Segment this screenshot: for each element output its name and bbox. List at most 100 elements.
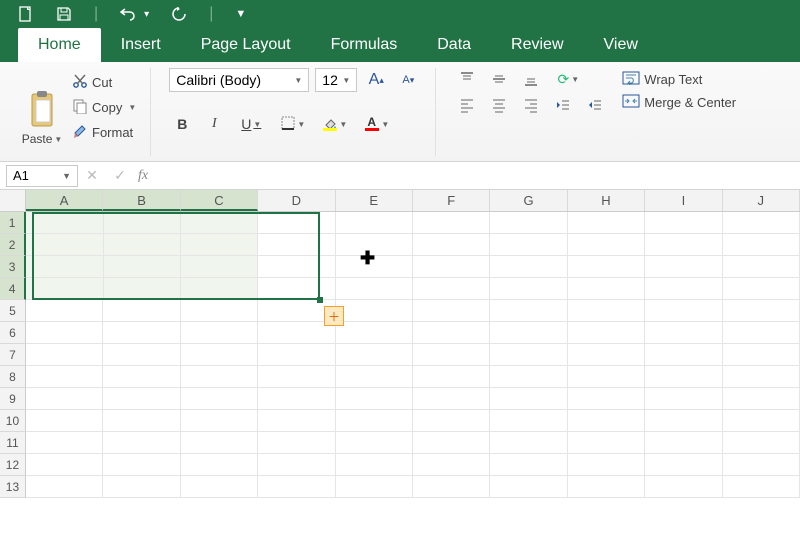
cell[interactable] (413, 454, 490, 476)
cell[interactable] (490, 256, 567, 278)
align-left-button[interactable] (454, 94, 480, 116)
cell[interactable] (723, 322, 800, 344)
enter-formula-icon[interactable]: ✓ (106, 165, 134, 187)
cell[interactable] (645, 410, 722, 432)
row-header[interactable]: 8 (0, 366, 26, 388)
font-size-selector[interactable]: 12▼ (315, 68, 357, 92)
row-header[interactable]: 2 (0, 234, 26, 256)
cell[interactable] (723, 344, 800, 366)
cell[interactable] (490, 366, 567, 388)
cell[interactable] (645, 278, 722, 300)
column-header[interactable]: E (336, 190, 413, 211)
cell[interactable] (568, 344, 645, 366)
cell[interactable] (336, 344, 413, 366)
spreadsheet-grid[interactable]: A B C D E F G H I J 12345678910111213 ＋ … (0, 190, 800, 498)
cell[interactable] (413, 300, 490, 322)
cell[interactable] (645, 344, 722, 366)
cell[interactable] (490, 344, 567, 366)
cell[interactable] (258, 344, 335, 366)
cell[interactable] (723, 410, 800, 432)
formula-input[interactable] (148, 165, 800, 187)
column-header[interactable]: I (645, 190, 722, 211)
cell[interactable] (490, 432, 567, 454)
cell[interactable] (258, 278, 335, 300)
cell[interactable] (723, 300, 800, 322)
tab-formulas[interactable]: Formulas (311, 28, 418, 62)
cell[interactable] (645, 300, 722, 322)
cell[interactable] (336, 366, 413, 388)
cell[interactable] (723, 388, 800, 410)
cell[interactable] (723, 256, 800, 278)
cell[interactable] (413, 256, 490, 278)
cell[interactable] (568, 300, 645, 322)
cell[interactable] (103, 410, 180, 432)
underline-button[interactable]: U▼ (233, 113, 269, 135)
quick-analysis-button[interactable]: ＋ (324, 306, 344, 326)
shrink-font-button[interactable]: A▾ (395, 69, 421, 91)
cell[interactable] (181, 476, 258, 498)
cell[interactable] (568, 366, 645, 388)
column-header[interactable]: D (258, 190, 335, 211)
cell[interactable] (723, 212, 800, 234)
save-icon[interactable] (56, 6, 72, 22)
cell[interactable] (490, 234, 567, 256)
cell[interactable] (568, 432, 645, 454)
cell[interactable] (723, 234, 800, 256)
cell[interactable] (568, 212, 645, 234)
fill-color-button[interactable]: ▼ (317, 113, 353, 135)
cell[interactable] (645, 234, 722, 256)
cell[interactable] (258, 234, 335, 256)
column-header[interactable]: J (723, 190, 800, 211)
cell[interactable] (336, 410, 413, 432)
cell[interactable] (336, 432, 413, 454)
cancel-formula-icon[interactable]: ✕ (78, 165, 106, 187)
cell[interactable] (181, 322, 258, 344)
cell[interactable] (104, 212, 181, 234)
cell[interactable] (413, 344, 490, 366)
copy-button[interactable]: Copy▼ (72, 97, 136, 118)
cell[interactable] (258, 366, 335, 388)
cell[interactable] (568, 322, 645, 344)
column-header[interactable]: C (181, 190, 258, 211)
border-button[interactable]: ▼ (275, 113, 311, 135)
cell[interactable] (104, 278, 181, 300)
align-top-button[interactable] (454, 68, 480, 90)
cell[interactable] (645, 212, 722, 234)
cell[interactable] (723, 454, 800, 476)
cell[interactable] (26, 476, 103, 498)
cell[interactable] (258, 476, 335, 498)
merge-center-button[interactable]: Merge & Center (622, 93, 736, 112)
cell[interactable] (723, 476, 800, 498)
cell[interactable] (413, 366, 490, 388)
cell[interactable] (568, 256, 645, 278)
cell[interactable] (490, 300, 567, 322)
cell[interactable] (26, 212, 103, 234)
row-header[interactable]: 4 (0, 278, 26, 300)
row-header[interactable]: 9 (0, 388, 26, 410)
align-right-button[interactable] (518, 94, 544, 116)
cell[interactable] (490, 410, 567, 432)
cell[interactable] (336, 278, 413, 300)
cell[interactable] (26, 410, 103, 432)
cell[interactable] (490, 388, 567, 410)
row-header[interactable]: 12 (0, 454, 26, 476)
cell[interactable] (645, 454, 722, 476)
cell[interactable] (181, 256, 258, 278)
cell[interactable] (723, 278, 800, 300)
cell[interactable] (490, 212, 567, 234)
cell[interactable] (103, 388, 180, 410)
cell[interactable] (258, 212, 335, 234)
wrap-text-button[interactable]: Wrap Text (622, 70, 736, 89)
cell[interactable] (26, 388, 103, 410)
cell[interactable] (104, 234, 181, 256)
increase-indent-button[interactable] (582, 94, 608, 116)
cell[interactable] (568, 234, 645, 256)
cell[interactable] (258, 432, 335, 454)
cell[interactable] (568, 476, 645, 498)
cell[interactable] (181, 410, 258, 432)
cell[interactable] (490, 278, 567, 300)
fill-handle[interactable] (317, 297, 323, 303)
cell[interactable] (490, 322, 567, 344)
italic-button[interactable]: I (201, 113, 227, 135)
tab-home[interactable]: Home (18, 28, 101, 62)
